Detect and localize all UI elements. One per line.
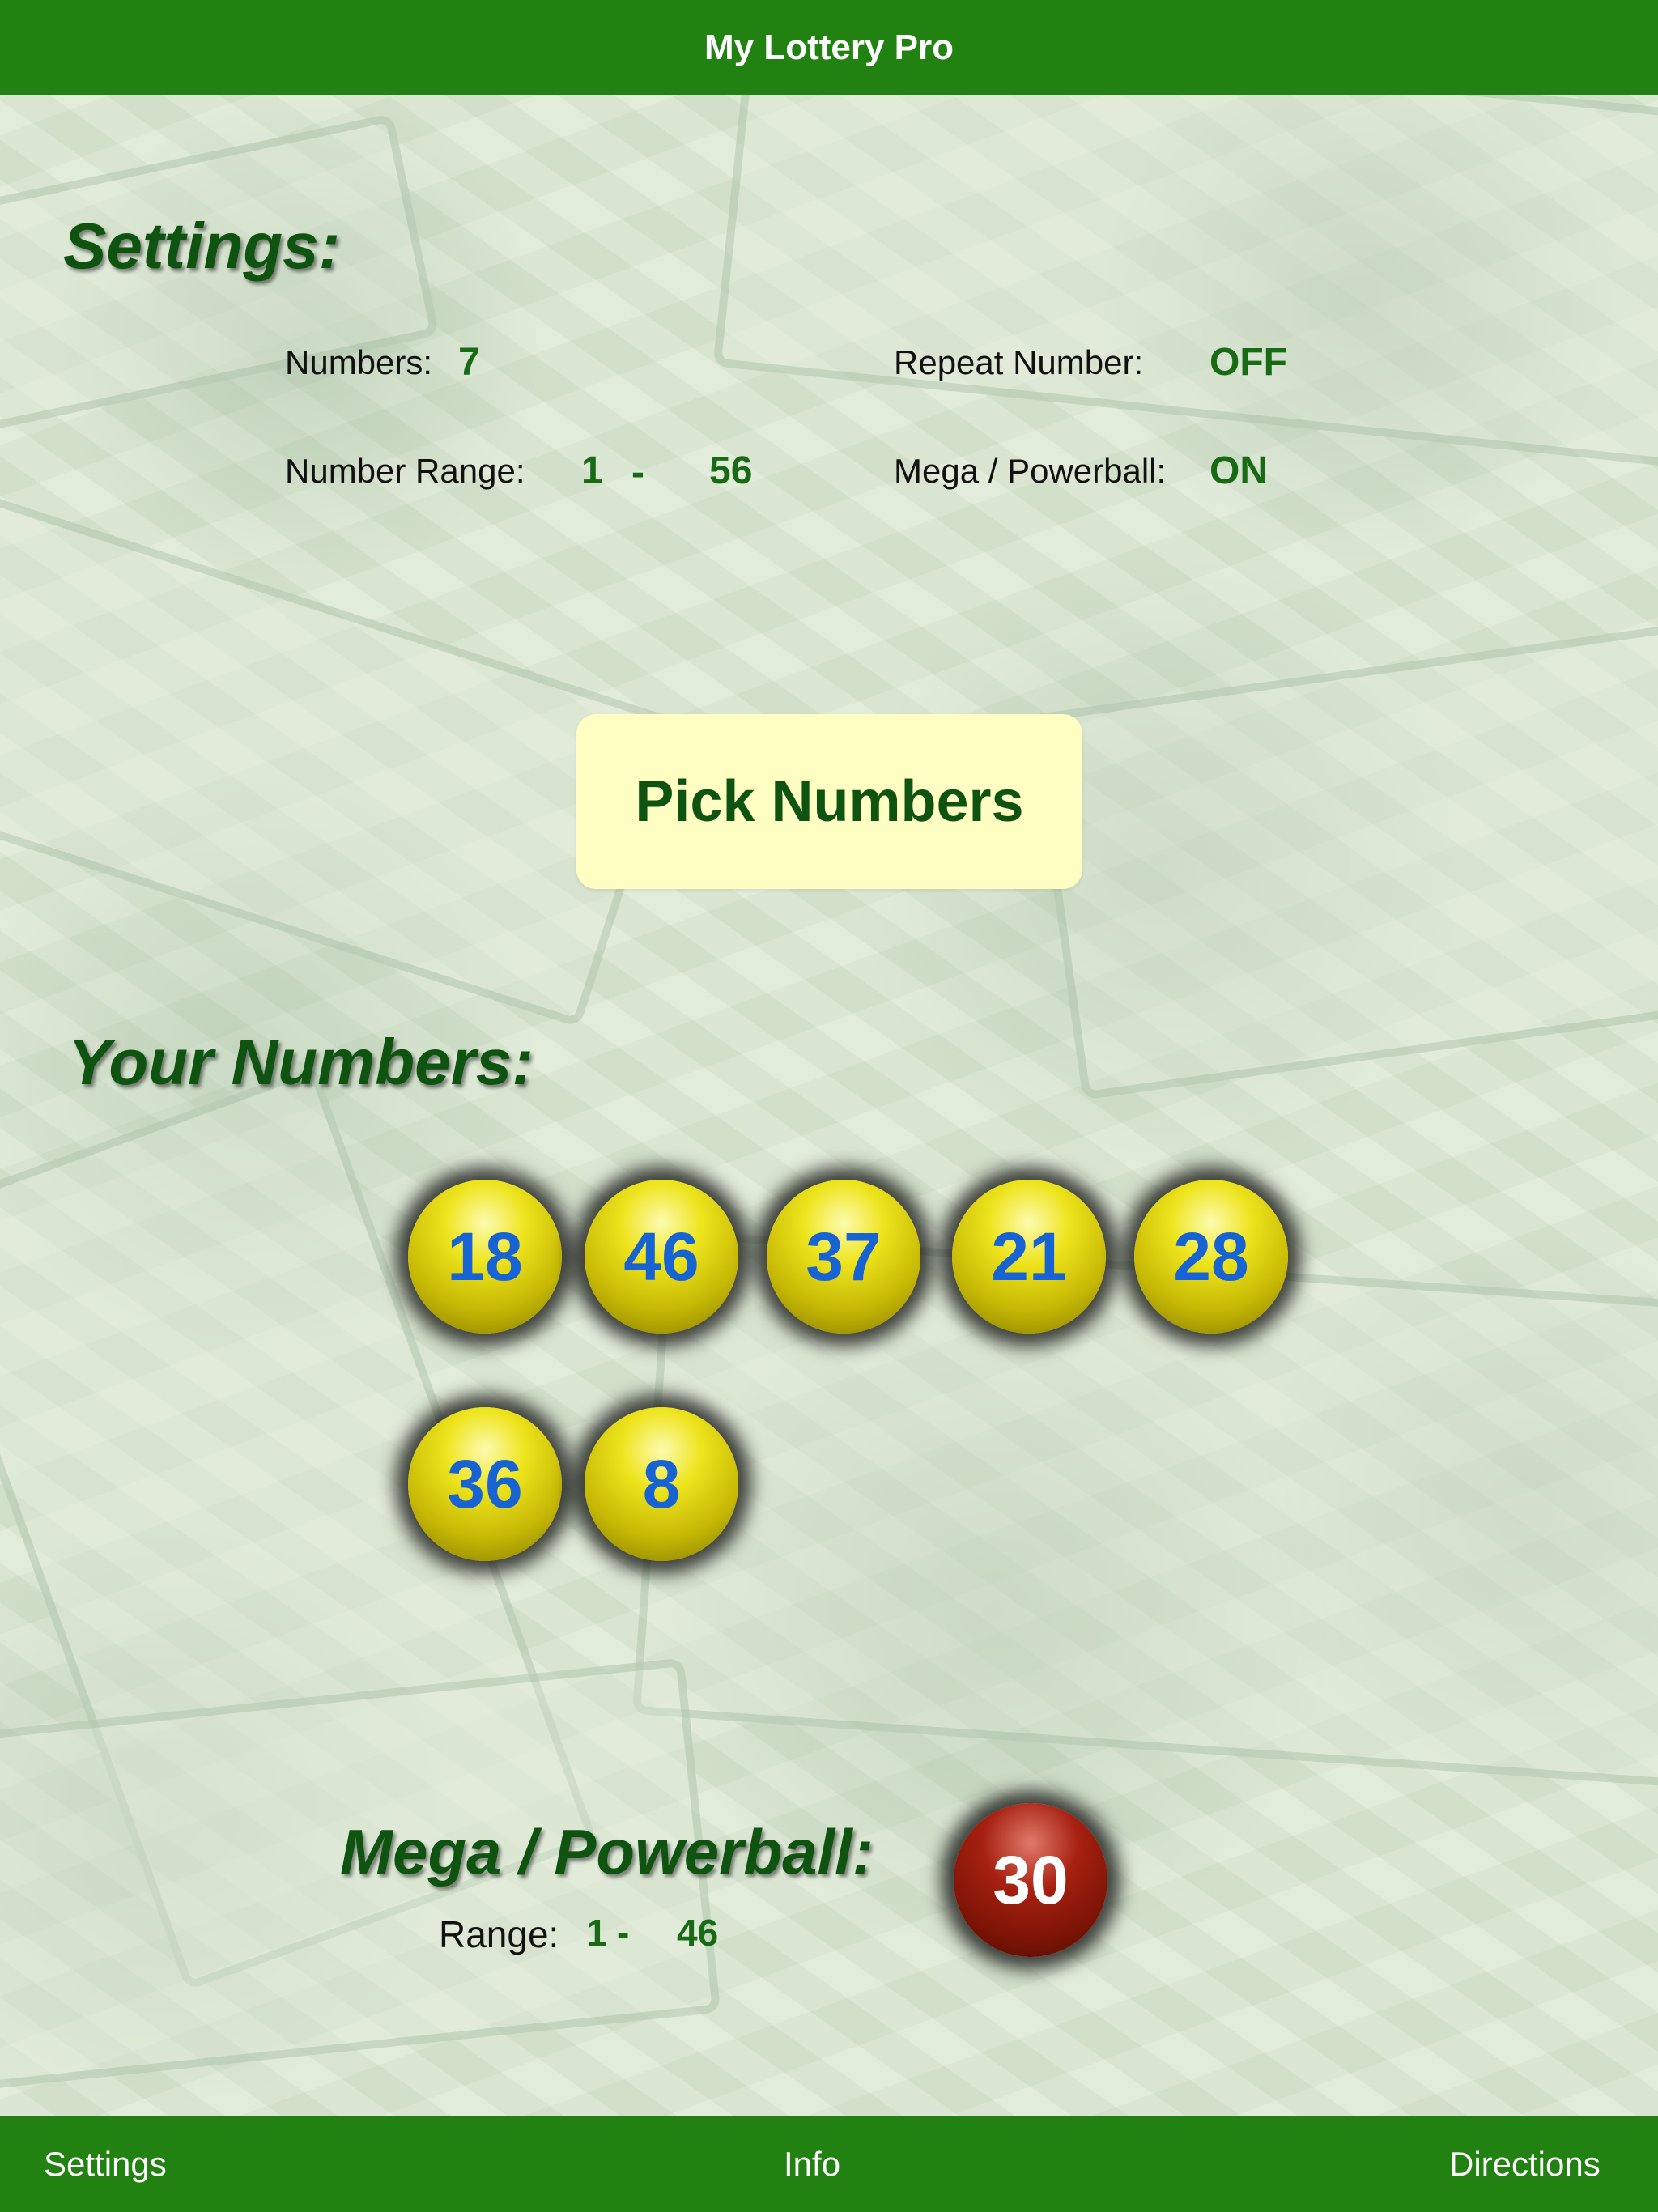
powerball-range-min: 1 — [586, 1912, 607, 1954]
number-range-max: 56 — [709, 449, 753, 492]
mega-powerball-value: ON — [1209, 449, 1268, 492]
bill-decoration — [631, 1229, 1658, 1794]
powerball-range-separator: - — [617, 1912, 630, 1954]
settings-heading: Settings: — [63, 210, 341, 282]
bill-decoration — [1029, 611, 1658, 1100]
repeat-number-value: OFF — [1209, 341, 1287, 384]
number-ball: 37 — [767, 1180, 920, 1334]
number-ball: 28 — [1134, 1180, 1288, 1334]
tab-directions[interactable]: Directions — [1449, 2116, 1601, 2212]
bottom-tab-bar: Settings Info Directions — [0, 2116, 1658, 2212]
tab-info[interactable]: Info — [784, 2116, 840, 2212]
pick-numbers-button[interactable]: Pick Numbers — [576, 714, 1082, 889]
powerball-range-max: 46 — [677, 1912, 719, 1954]
number-ball: 18 — [408, 1180, 562, 1334]
your-numbers-heading: Your Numbers: — [68, 1026, 534, 1098]
numbers-value: 7 — [458, 341, 480, 384]
number-range-separator: - — [631, 451, 644, 494]
money-background — [0, 11, 1658, 2116]
number-ball: 36 — [408, 1407, 562, 1561]
tab-settings[interactable]: Settings — [44, 2116, 167, 2212]
repeat-number-label: Repeat Number: — [894, 343, 1144, 381]
number-ball: 21 — [952, 1180, 1106, 1334]
mega-powerball-label: Mega / Powerball: — [894, 452, 1167, 490]
powerball-range-label: Range: — [439, 1913, 559, 1955]
number-ball: 8 — [585, 1407, 738, 1561]
number-range-label: Number Range: — [285, 452, 525, 490]
number-ball: 46 — [585, 1180, 738, 1334]
number-range-min: 1 — [581, 449, 603, 492]
powerball-heading: Mega / Powerball: — [340, 1816, 874, 1887]
title-bar: My Lottery Pro — [0, 0, 1658, 95]
powerball-ball: 30 — [954, 1803, 1107, 1957]
numbers-label: Numbers: — [285, 343, 433, 381]
app-title: My Lottery Pro — [704, 27, 954, 67]
